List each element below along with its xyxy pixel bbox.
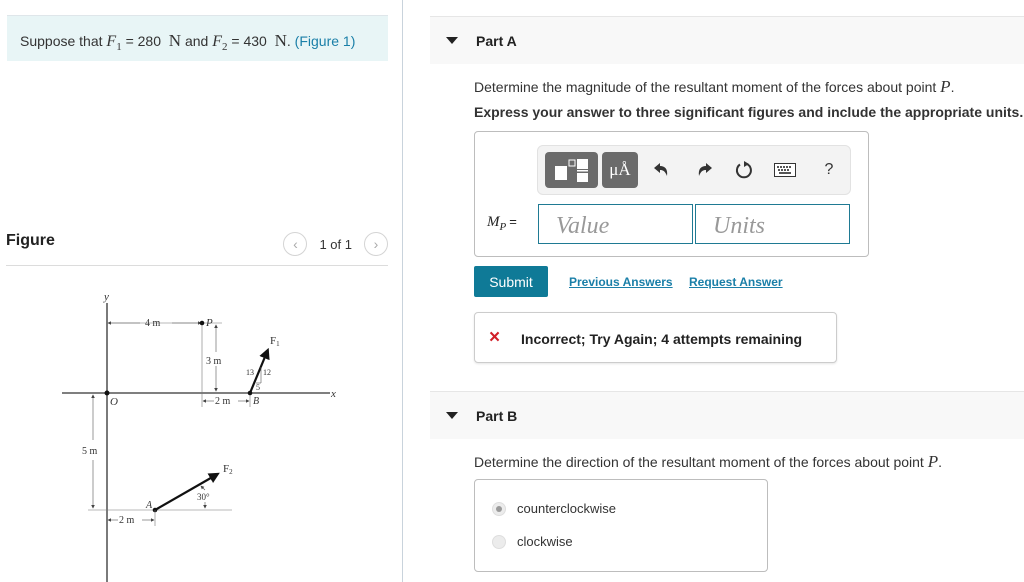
undo-button[interactable]: [648, 157, 674, 183]
point-b-label: B: [253, 396, 259, 407]
dim-4m-label: 4 m: [145, 318, 161, 329]
left-panel: Suppose that F1 = 280 N and F2 = 430 N. …: [0, 0, 402, 582]
part-a-header[interactable]: Part A: [430, 16, 1024, 64]
collapse-triangle-icon: [446, 37, 458, 44]
f1-unit: N: [168, 31, 182, 50]
reset-button[interactable]: [731, 157, 757, 183]
f1-value: = 280: [125, 33, 162, 49]
value-input[interactable]: [538, 204, 693, 244]
x-axis-label: x: [330, 388, 336, 400]
radio-selected-dot: [496, 505, 502, 512]
origin-label: O: [110, 396, 118, 408]
radio-clockwise[interactable]: [492, 534, 506, 549]
option-clockwise[interactable]: clockwise: [492, 534, 573, 549]
figure-title: Figure: [6, 232, 55, 249]
answer-box: μÅ ? MP =: [474, 131, 869, 257]
submit-button[interactable]: Submit: [474, 266, 548, 297]
figure-diagram: y x O 4 m P 3 m 2 m B F1 13 12 5 5 m A F…: [62, 291, 336, 582]
problem-statement: Suppose that F1 = 280 N and F2 = 430 N. …: [7, 15, 388, 61]
collapse-triangle-icon: [446, 412, 458, 419]
previous-answers-link[interactable]: Previous Answers: [569, 275, 673, 289]
part-a-title: Part A: [476, 33, 517, 49]
prev-figure-button[interactable]: ‹: [283, 232, 308, 256]
intro-and: and: [184, 33, 209, 49]
right-panel: Part A Determine the magnitude of the re…: [403, 0, 1024, 582]
math-toolbar: μÅ ?: [537, 145, 851, 195]
units-button[interactable]: μÅ: [602, 152, 638, 188]
part-a-question: Determine the magnitude of the resultant…: [474, 77, 955, 96]
force-f2-label: F2: [223, 463, 233, 476]
f2-symbol: F2: [212, 33, 228, 54]
templates-button[interactable]: [545, 152, 598, 188]
origin-point: [104, 390, 110, 396]
option-label: clockwise: [517, 534, 573, 549]
slope-12-label: 12: [263, 368, 271, 377]
redo-button[interactable]: [692, 157, 718, 183]
help-button[interactable]: ?: [816, 157, 842, 183]
request-answer-link[interactable]: Request Answer: [689, 275, 783, 289]
direction-options: counterclockwise clockwise: [474, 479, 768, 572]
point-p-label: P: [205, 317, 213, 329]
answer-label: MP =: [487, 214, 517, 233]
slope-13-label: 13: [246, 368, 254, 377]
angle-label: 30°: [197, 492, 210, 502]
keyboard-button[interactable]: [772, 157, 798, 183]
option-label: counterclockwise: [517, 501, 616, 516]
units-icon: μÅ: [609, 160, 631, 179]
intro-period: .: [286, 33, 291, 49]
f2-value: = 430: [231, 33, 267, 49]
undo-icon: [654, 163, 668, 176]
figure-header: Figure ‹ 1 of 1 ›: [6, 230, 388, 266]
pager-text: 1 of 1: [319, 236, 352, 252]
point-b: [247, 390, 253, 396]
figure-link[interactable]: (Figure 1): [295, 33, 356, 49]
chevron-right-icon: ›: [373, 236, 379, 252]
y-axis-label: y: [103, 291, 109, 303]
next-figure-button[interactable]: ›: [364, 232, 388, 256]
feedback-text: Incorrect; Try Again; 4 attempts remaini…: [521, 331, 803, 347]
part-b-question: Determine the direction of the resultant…: [474, 452, 942, 471]
reset-icon: [735, 161, 752, 179]
keyboard-icon: [774, 163, 796, 177]
point-a-label: A: [145, 500, 153, 511]
figure-pager: ‹ 1 of 1 ›: [283, 232, 388, 256]
units-input[interactable]: [695, 204, 850, 244]
chevron-left-icon: ‹: [293, 236, 298, 252]
help-icon: ?: [824, 161, 834, 178]
part-b-header[interactable]: Part B: [430, 391, 1024, 439]
slope-5-label: 5: [256, 383, 260, 392]
incorrect-icon: ×: [489, 327, 501, 348]
redo-icon: [698, 163, 712, 176]
radio-counterclockwise[interactable]: [492, 501, 506, 516]
option-counterclockwise[interactable]: counterclockwise: [492, 501, 616, 516]
point-p-symbol: P: [927, 452, 939, 471]
point-p: [199, 320, 205, 326]
templates-icon: [554, 159, 588, 182]
angle-arrow-up: [200, 485, 206, 491]
part-a-instruction: Express your answer to three significant…: [474, 104, 1024, 120]
dim-2m-top-label: 2 m: [215, 396, 231, 407]
f1-symbol: F1: [106, 33, 122, 54]
f2-unit: N: [274, 31, 287, 50]
force-f1-label: F1: [270, 335, 280, 348]
dim-3m-label: 3 m: [206, 356, 222, 367]
feedback-message: × Incorrect; Try Again; 4 attempts remai…: [474, 312, 837, 363]
dim-2m-bottom-label: 2 m: [119, 515, 135, 526]
intro-text: Suppose that: [20, 33, 103, 49]
dim-5m-label: 5 m: [82, 446, 98, 457]
part-b-title: Part B: [476, 408, 518, 424]
point-p-symbol: P: [940, 77, 951, 96]
